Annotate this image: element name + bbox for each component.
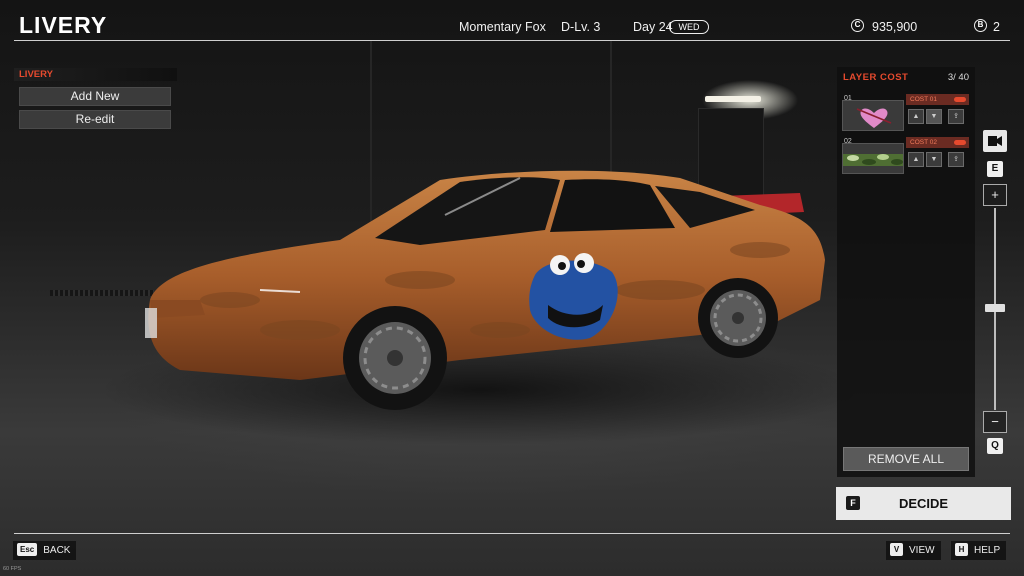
camo-icon (843, 154, 903, 166)
back-label: BACK (43, 545, 71, 556)
layer-edit-icon[interactable]: ⇪ (948, 152, 964, 167)
fps-counter: 60 FPS (3, 566, 22, 572)
zoom-in-button[interactable]: + (983, 184, 1007, 206)
re-edit-button[interactable]: Re-edit (19, 110, 171, 129)
back-button[interactable]: Esc BACK (13, 541, 77, 560)
remove-all-button[interactable]: REMOVE ALL (843, 447, 969, 471)
page-title: LIVERY (19, 12, 108, 38)
credits-value: 935,900 (872, 20, 918, 34)
zoom-out-button[interactable]: − (983, 411, 1007, 433)
layer-cost-header: LAYER COST (843, 72, 909, 83)
layer-visibility-toggle[interactable] (954, 97, 966, 102)
layer-cost-label: COST 02 (910, 139, 937, 146)
help-label: HELP (974, 545, 1001, 556)
credits-icon: C (851, 19, 864, 32)
layer-row[interactable]: 02 COST 02 ▲ ▼ ⇪ (842, 137, 970, 175)
e-key-icon: E (987, 161, 1003, 177)
points-value: 2 (993, 20, 1000, 34)
decide-button[interactable]: F DECIDE (836, 487, 1011, 520)
layer-thumbnail[interactable] (842, 143, 904, 174)
help-button[interactable]: H HELP (951, 541, 1007, 560)
view-button[interactable]: V VIEW (886, 541, 941, 560)
layer-panel: LAYER COST 3/ 40 01 COST 01 ▲ ▼ ⇪ 02 COS… (837, 67, 975, 477)
player-name: Momentary Fox (459, 20, 546, 34)
day-counter: Day 24 (633, 20, 673, 34)
camera-view-icon (988, 136, 1002, 146)
move-down-button[interactable]: ▼ (926, 152, 942, 167)
decide-label: DECIDE (898, 496, 949, 511)
layer-count: 3/ 40 (947, 72, 969, 83)
q-key-icon: Q (987, 438, 1003, 454)
add-new-button[interactable]: Add New (19, 87, 171, 106)
layer-cost-tag: COST 02 (906, 137, 969, 148)
esc-key-icon: Esc (17, 543, 38, 556)
layer-row[interactable]: 01 COST 01 ▲ ▼ ⇪ (842, 94, 970, 132)
layer-thumbnail[interactable] (842, 100, 904, 131)
zoom-slider-thumb[interactable] (985, 304, 1005, 312)
h-key-icon: H (955, 543, 968, 556)
livery-menu-header: LIVERY (14, 68, 177, 81)
layer-visibility-toggle[interactable] (954, 140, 966, 145)
driver-level: D-Lv. 3 (561, 20, 601, 34)
move-up-button[interactable]: ▲ (908, 152, 924, 167)
move-up-button[interactable]: ▲ (908, 109, 924, 124)
heart-arrow-icon (856, 108, 892, 128)
camera-icon[interactable] (983, 130, 1007, 152)
view-label: VIEW (909, 545, 935, 556)
layer-cost-label: COST 01 (910, 96, 937, 103)
move-down-button[interactable]: ▼ (926, 109, 942, 124)
points-icon: B (974, 19, 987, 32)
layer-cost-tag: COST 01 (906, 94, 969, 105)
weekday-badge: WED (669, 20, 709, 34)
bottom-divider (14, 533, 1010, 534)
layer-edit-icon[interactable]: ⇪ (948, 109, 964, 124)
v-key-icon: V (890, 543, 903, 556)
